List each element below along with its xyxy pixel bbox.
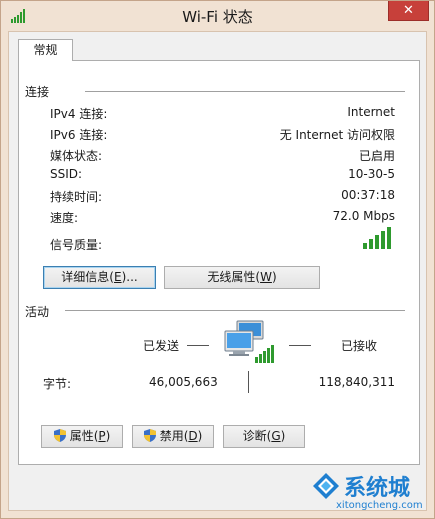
media-state-label: 媒体状态: [50,149,103,163]
ssid-value: 10-30-5 [348,167,395,181]
speed-value: 72.0 Mbps [332,209,395,223]
watermark: 系统城 xitongcheng.com [274,468,434,518]
signal-quality-label: 信号质量: [50,238,103,252]
title-bar[interactable]: Wi-Fi 状态 ✕ [1,1,434,31]
signal-strength-icon [363,227,391,249]
received-label: 已接收 [341,339,378,353]
ssid-label: SSID: [50,167,83,181]
sent-connector [187,345,209,346]
details-button[interactable]: 详细信息(E)... [43,266,156,289]
properties-button[interactable]: 属性(P) [41,425,123,448]
connection-heading: 连接 [25,85,50,99]
activity-divider [65,310,405,311]
watermark-url: xitongcheng.com [336,500,423,511]
activity-heading: 活动 [25,305,50,319]
close-icon: ✕ [403,3,414,18]
ipv6-label: IPv6 连接: [50,128,108,142]
connection-divider [85,91,405,92]
window-title: Wi-Fi 状态 [182,8,253,26]
ipv4-value: Internet [347,105,395,119]
shield-icon [53,429,66,442]
windows-logo-icon [313,473,339,499]
media-state-value: 已启用 [358,149,395,163]
tab-panel-general: 连接 IPv4 连接: Internet IPv6 连接: 无 Internet… [18,60,420,465]
duration-label: 持续时间: [50,190,103,204]
bytes-label: 字节: [43,377,72,391]
tab-general[interactable]: 常规 [18,39,73,61]
bytes-divider [248,371,249,393]
bytes-received-value: 118,840,311 [318,375,395,389]
diagnose-button[interactable]: 诊断(G) [223,425,305,448]
shield-icon [143,429,156,442]
network-computers-icon [224,320,274,363]
wireless-properties-button[interactable]: 无线属性(W) [164,266,320,289]
duration-value: 00:37:18 [341,188,395,202]
watermark-text: 系统城 [344,476,411,501]
wifi-status-window: Wi-Fi 状态 ✕ 常规 连接 IPv4 连接: Internet IPv6 … [0,0,435,519]
ipv4-label: IPv4 连接: [50,107,108,121]
speed-label: 速度: [50,211,79,225]
dialog-client: 常规 连接 IPv4 连接: Internet IPv6 连接: 无 Inter… [8,31,427,511]
close-button[interactable]: ✕ [388,1,429,21]
ipv6-value: 无 Internet 访问权限 [279,128,395,142]
bytes-sent-value: 46,005,663 [149,375,218,389]
sent-label: 已发送 [143,339,180,353]
received-connector [289,345,311,346]
disable-button[interactable]: 禁用(D) [132,425,214,448]
